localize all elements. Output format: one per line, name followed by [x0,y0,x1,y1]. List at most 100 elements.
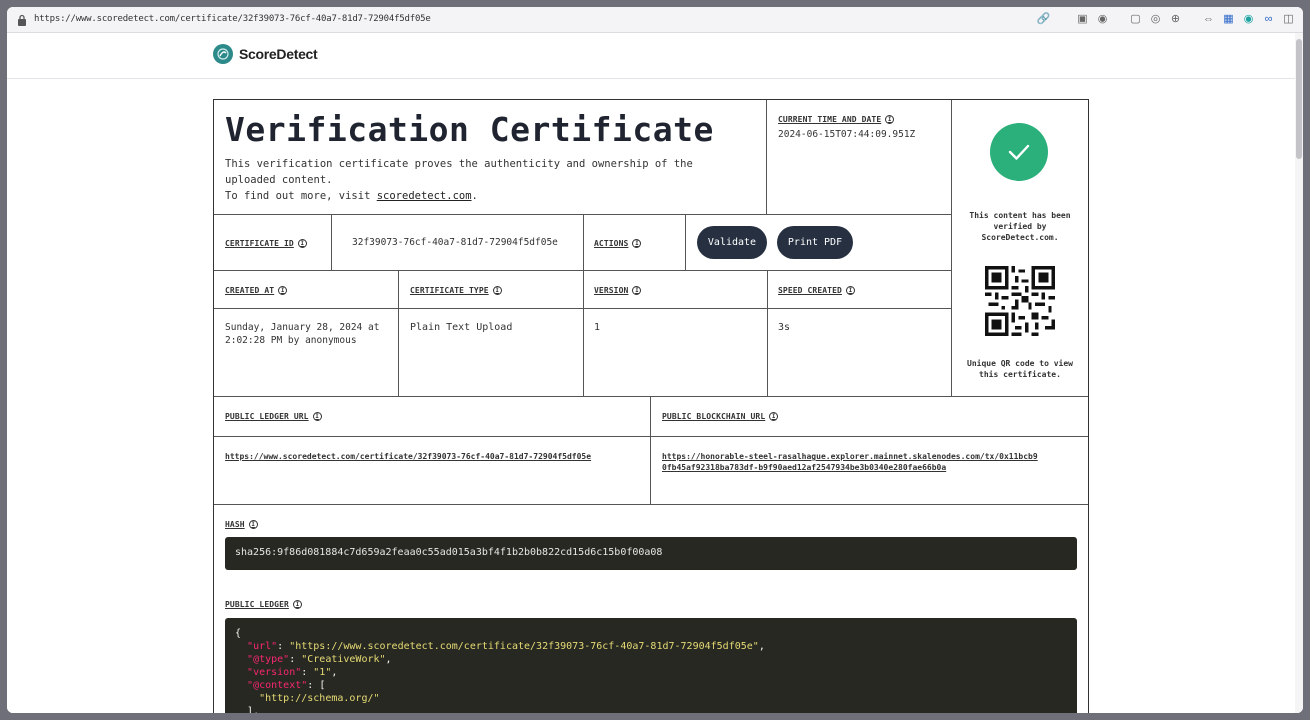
camera-icon[interactable]: ◉ [1096,12,1109,26]
current-time-cell: CURRENT TIME AND DATE i 2024-06-15T07:44:… [767,100,952,215]
verification-side-panel: This content has been verified by ScoreD… [952,100,1088,397]
lock-icon [18,14,26,26]
validate-button[interactable]: Validate [697,226,767,259]
info-icon[interactable]: i [312,412,322,421]
created-at-label-text: CREATED AT [225,286,275,295]
speed-created-label: SPEED CREATED i [778,286,855,295]
hash-label-text: HASH [225,520,245,529]
version-label-text: VERSION [594,286,629,295]
public-blockchain-url-label: PUBLIC BLOCKCHAIN URL i [662,412,779,421]
speed-value-cell: 3s [768,309,952,397]
extension-icon[interactable]: ▦ [1222,12,1235,26]
info-icon[interactable]: i [885,115,895,124]
screenshot-icon[interactable]: ▣ [1076,12,1089,26]
ledger-line: "http://schema.org/" [235,692,1067,705]
current-time-label: CURRENT TIME AND DATE i [778,115,895,124]
print-pdf-button[interactable]: Print PDF [777,226,853,259]
verified-text: This content has been verified by ScoreD… [969,211,1071,242]
url-text[interactable]: https://www.scoredetect.com/certificate/… [34,14,431,24]
created-at-label: CREATED AT i [225,286,288,295]
globe-icon[interactable]: ◎ [1149,12,1162,26]
actions-label-cell: ACTIONS i [584,215,686,271]
ledger-key: "url" [247,641,278,652]
ledger-line: "@type": "CreativeWork", [247,654,392,665]
ledger-bracket: ], [247,706,260,713]
certificate-id-value: 32f39073-76cf-40a7-81d7-72904f5df05e [352,237,558,248]
version-value: 1 [594,322,601,333]
certificate-id-label-cell: CERTIFICATE ID i [214,215,332,271]
description-link-line: To find out more, visit scoredetect.com. [225,188,745,204]
ledger-key: "version" [247,667,302,678]
info-icon[interactable]: i [769,412,779,421]
ledger-value: "http://schema.org/" [259,693,380,704]
title-cell: Verification Certificate This verificati… [214,100,767,215]
public-ledger-label: PUBLIC LEDGER i [225,600,302,609]
info-icon[interactable]: i [492,286,502,295]
current-time-value: 2024-06-15T07:44:09.951Z [778,129,916,140]
certificate-type-value: Plain Text Upload [410,322,513,333]
type-label-cell: CERTIFICATE TYPE i [399,271,584,309]
brand-name: ScoreDetect [239,46,318,62]
blockchain-url-value-cell: https://honorable-steel-rasalhague.explo… [651,437,1088,505]
created-at-value-cell: Sunday, January 28, 2024 at 2:02:28 PM b… [214,309,399,397]
scoredetect-extension-icon[interactable]: ◉ [1242,12,1255,26]
toolbar-icons: 🔗 ▣ ◉ ▢ ◎ ⊕ ⇔ ▦ ◉ ∞ ◫ [1037,12,1295,26]
public-ledger-label-text: PUBLIC LEDGER [225,600,289,609]
ledger-line: "@context": [ [247,680,326,691]
ledger-line: ], [235,705,1067,713]
certificate-id-label-text: CERTIFICATE ID [225,239,294,248]
info-icon[interactable]: i [632,286,642,295]
qr-code-icon[interactable] [985,266,1055,336]
certificate-description: This verification certificate proves the… [225,156,745,204]
qr-text: Unique QR code to view this certificate. [967,359,1073,379]
public-ledger-url-label: PUBLIC LEDGER URL i [225,412,322,421]
chain-icon[interactable]: ∞ [1262,12,1275,26]
public-ledger-code[interactable]: { "url": "https://www.scoredetect.com/ce… [225,618,1077,713]
sidebar-icon[interactable]: ◫ [1282,12,1295,26]
ledger-line: "url": "https://www.scoredetect.com/cert… [247,641,765,652]
actions-cell: Validate Print PDF [686,215,952,271]
page-title: Verification Certificate [225,110,714,149]
ledger-value: "CreativeWork" [301,654,386,665]
brand[interactable]: ScoreDetect [213,44,318,64]
scoredetect-logo-icon [213,44,233,64]
certificate-id-value-cell: 32f39073-76cf-40a7-81d7-72904f5df05e [332,215,584,271]
link-icon[interactable]: 🔗 [1037,12,1051,26]
address-bar[interactable]: https://www.scoredetect.com/certificate/… [7,7,1303,33]
info-icon[interactable]: i [248,520,258,529]
info-icon[interactable]: i [845,286,855,295]
public-blockchain-url-link[interactable]: https://honorable-steel-rasalhague.explo… [662,451,1042,473]
certificate-type-label-text: CERTIFICATE TYPE [410,286,489,295]
scrollbar[interactable] [1295,33,1303,713]
certificate-id-label: CERTIFICATE ID i [225,239,307,248]
info-icon[interactable]: i [278,286,288,295]
info-icon[interactable]: i [292,600,302,609]
info-icon[interactable]: i [632,239,642,248]
version-label-cell: VERSION i [584,271,768,309]
description-prefix: To find out more, visit [225,190,377,202]
window-icon[interactable]: ▢ [1129,12,1142,26]
actions-label: ACTIONS i [594,239,642,248]
ledger-value: "1" [313,667,332,678]
type-value-cell: Plain Text Upload [399,309,584,397]
info-icon[interactable]: i [297,239,307,248]
code-icon[interactable]: ⇔ [1202,12,1215,26]
site-header: ScoreDetect [7,33,1295,79]
hash-value-box[interactable]: sha256:9f86d081884c7d659a2feaa0c55ad015a… [225,537,1077,570]
scoredetect-link[interactable]: scoredetect.com [377,190,472,202]
ledger-line: "version": "1", [247,667,338,678]
version-label: VERSION i [594,286,642,295]
ledger-bracket: [ [319,680,326,691]
hash-value: sha256:9f86d081884c7d659a2feaa0c55ad015a… [235,547,663,558]
certificate-type-label: CERTIFICATE TYPE i [410,286,502,295]
public-blockchain-url-label-text: PUBLIC BLOCKCHAIN URL [662,412,766,421]
scrollbar-thumb[interactable] [1296,39,1302,159]
hash-label: HASH i [225,520,258,529]
speed-created-label-text: SPEED CREATED [778,286,842,295]
ledger-key: "@type" [247,654,290,665]
public-ledger-url-link[interactable]: https://www.scoredetect.com/certificate/… [225,451,591,462]
created-at-value: Sunday, January 28, 2024 at 2:02:28 PM b… [225,322,380,346]
description-suffix: . [471,190,478,202]
blockchain-url-label-cell: PUBLIC BLOCKCHAIN URL i [651,397,1088,437]
crosshair-icon[interactable]: ⊕ [1169,12,1182,26]
